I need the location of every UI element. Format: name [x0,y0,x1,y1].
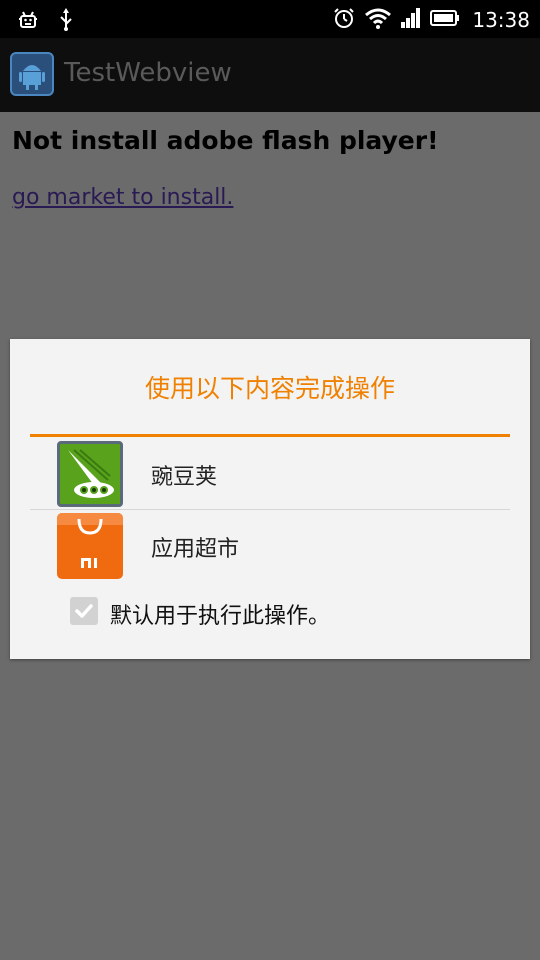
alarm-icon [332,6,356,34]
battery-icon [430,6,460,34]
option-wandoujia[interactable]: 豌豆荚 [30,439,510,510]
android-app-icon[interactable] [10,52,54,96]
wifi-icon [364,6,392,34]
checkmark-icon [75,604,93,618]
status-time: 13:38 [472,8,530,32]
android-debug-icon [16,8,40,36]
dialog-title: 使用以下内容完成操作 [144,374,395,403]
usb-icon [58,8,74,36]
default-checkbox[interactable] [70,597,98,625]
dialog-title-divider [30,434,510,437]
option-label-app-market: 应用超市 [151,537,240,562]
option-label-wandoujia: 豌豆荚 [151,465,218,490]
go-market-link[interactable]: go market to install. [12,185,233,210]
mi-market-icon [57,513,123,579]
default-checkbox-label: 默认用于执行此操作。 [110,604,331,629]
option-app-market[interactable]: 应用超市 [30,511,510,581]
page-heading: Not install adobe flash player! [12,126,439,155]
status-bar: 13:38 [0,0,540,38]
app-chooser-dialog: 使用以下内容完成操作 豌豆荚 应用超市 默认用于执行此操作。 [10,339,530,659]
wandoujia-icon [57,441,123,507]
signal-icon [400,6,422,34]
action-bar: TestWebview [0,38,540,112]
app-title: TestWebview [64,58,232,88]
